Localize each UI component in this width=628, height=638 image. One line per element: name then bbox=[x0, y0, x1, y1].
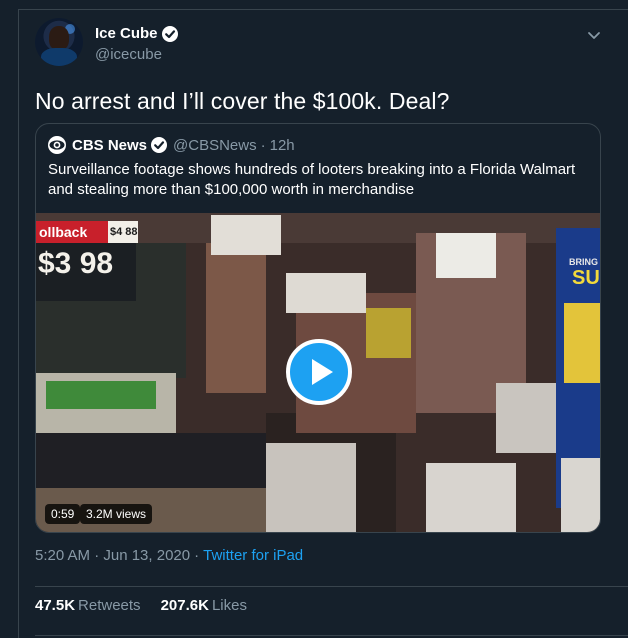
author-display-name[interactable]: Ice Cube bbox=[95, 25, 158, 42]
avatar[interactable] bbox=[35, 18, 83, 66]
tweet-source[interactable]: Twitter for iPad bbox=[203, 547, 303, 564]
quoted-time[interactable]: 12h bbox=[270, 137, 295, 154]
quoted-tweet-text: Surveillance footage shows hundreds of l… bbox=[48, 161, 576, 198]
play-icon bbox=[312, 359, 333, 385]
video-sign-display-top: BRING bbox=[569, 257, 598, 267]
author-handle[interactable]: @icecube bbox=[95, 46, 162, 63]
video-sign-price-small: $4 88 bbox=[110, 226, 138, 238]
video-duration: 0:59 bbox=[45, 504, 81, 524]
tweet-meta: 5:20 AM · Jun 13, 2020 · Twitter for iPa… bbox=[35, 547, 303, 564]
avatar-head bbox=[49, 26, 69, 50]
quoted-tweet-header: CBS News @CBSNews · 12h bbox=[48, 136, 295, 154]
cbs-eye-logo-icon bbox=[48, 136, 66, 154]
tweet-timestamp[interactable]: 5:20 AM · Jun 13, 2020 bbox=[35, 547, 190, 564]
video-sign-display-big: SU bbox=[572, 267, 600, 289]
tweet-stats: 47.5K Retweets 207.6K Likes bbox=[35, 597, 247, 614]
likes-stat[interactable]: 207.6K Likes bbox=[161, 597, 247, 614]
video-sign-rollback: ollback bbox=[39, 224, 88, 240]
video-views: 3.2M views bbox=[80, 504, 153, 524]
quoted-handle[interactable]: @CBSNews bbox=[173, 137, 257, 154]
meta-divider bbox=[35, 586, 628, 587]
likes-count: 207.6K bbox=[160, 597, 209, 614]
quoted-dot-separator: · bbox=[260, 136, 266, 154]
stats-divider bbox=[35, 635, 628, 636]
chevron-down-icon[interactable] bbox=[585, 26, 603, 44]
play-button[interactable] bbox=[286, 339, 352, 405]
retweets-label: Retweets bbox=[78, 597, 141, 614]
quoted-tweet[interactable]: CBS News @CBSNews · 12h Surveillance foo… bbox=[35, 123, 601, 533]
video-player[interactable]: ollback $4 88 $3 98 BRING SU 0:59 3.2M v… bbox=[36, 213, 600, 532]
verified-badge-icon bbox=[161, 25, 178, 42]
avatar-shoulders bbox=[41, 48, 77, 66]
retweets-stat[interactable]: 47.5K Retweets bbox=[35, 597, 141, 614]
author-name-row[interactable]: Ice Cube bbox=[95, 25, 178, 42]
verified-badge-icon bbox=[151, 137, 168, 153]
tweet-card: Ice Cube @icecube No arrest and I’ll cov… bbox=[19, 10, 628, 638]
likes-label: Likes bbox=[211, 597, 247, 614]
video-sign-price-big: $3 98 bbox=[38, 247, 114, 280]
meta-dot-separator: · bbox=[194, 547, 200, 564]
retweets-count: 47.5K bbox=[35, 597, 76, 614]
quoted-display-name[interactable]: CBS News bbox=[72, 137, 147, 154]
tweet-text: No arrest and I’ll cover the $100k. Deal… bbox=[35, 88, 450, 114]
